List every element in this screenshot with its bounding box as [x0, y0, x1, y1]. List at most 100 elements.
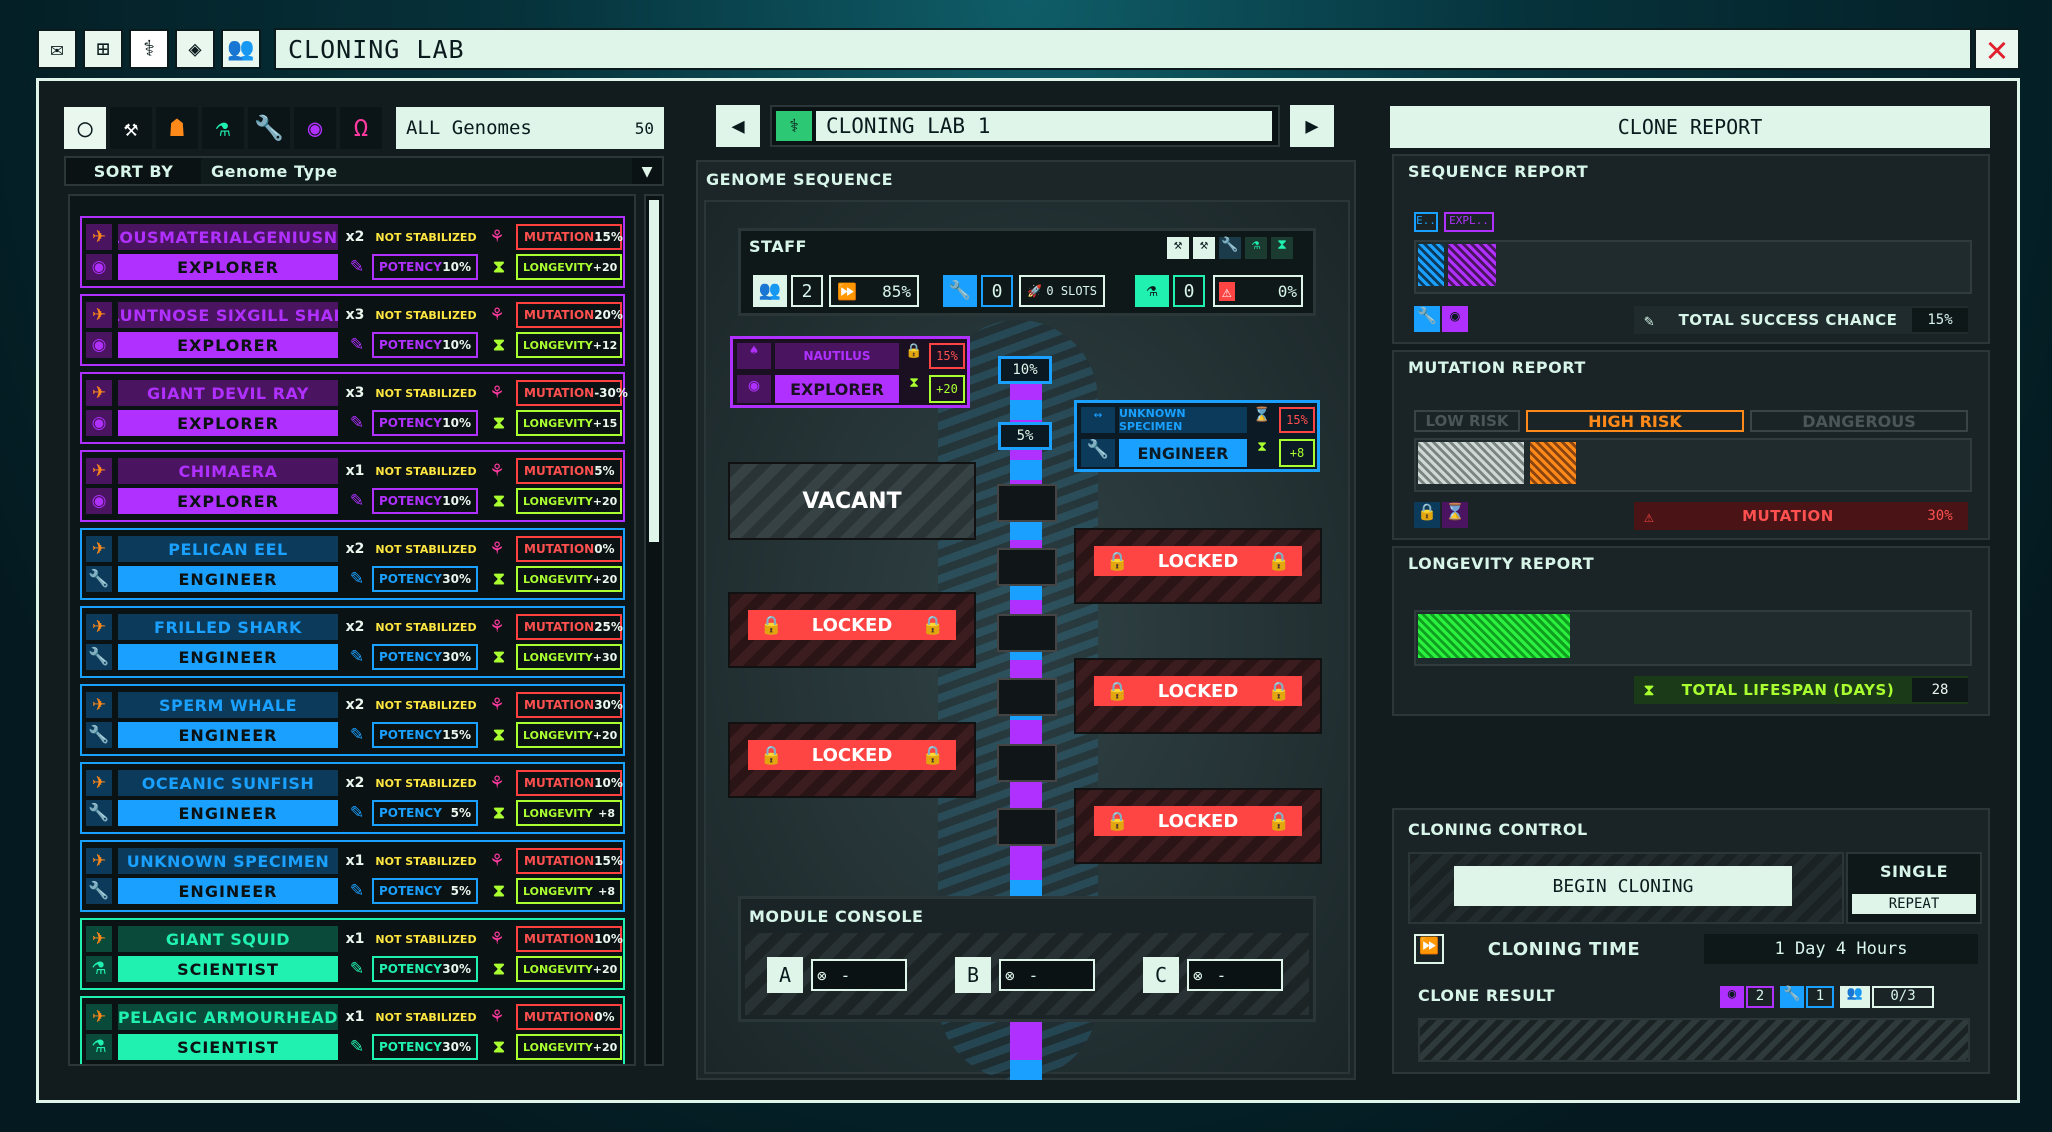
genome-potency: POTENCY 30%	[372, 1034, 478, 1060]
genome-row[interactable]: ✈ BLUNTNOSE SIXGILL SHARK x3 NOT STABILI…	[80, 294, 625, 366]
genome-row[interactable]: ✈ PELICAN EEL x2 NOT STABILIZED ⚘ MUTATI…	[80, 528, 625, 600]
connector	[997, 484, 1057, 522]
explorer-icon: ◉	[86, 410, 112, 436]
genome-row[interactable]: ✈ FRILLED SHARK x2 NOT STABILIZED ⚘ MUTA…	[80, 606, 625, 678]
staff-label: STAFF	[749, 237, 807, 256]
filter-engineer-icon[interactable]: 🔧	[248, 107, 290, 149]
genome-row[interactable]: ✈ PELAGIC ARMOURHEAD x1 NOT STABILIZED ⚘…	[80, 996, 625, 1064]
genome-potency: POTENCY 10%	[372, 332, 478, 358]
slot-locked: 🔒 LOCKED 🔒	[1074, 788, 1322, 864]
risk-low: LOW RISK	[1414, 410, 1520, 432]
slot-vacant[interactable]: VACANT	[728, 462, 976, 540]
filter-scientist-icon[interactable]: ⚗	[202, 107, 244, 149]
connector	[997, 548, 1057, 586]
crew-icon: 👥	[1840, 986, 1870, 1008]
scientist-icon: ⚗	[86, 1034, 112, 1060]
repeat-option[interactable]: REPEAT	[1852, 894, 1976, 914]
potency-label: POTENCY	[379, 572, 442, 586]
module-key-b: B	[955, 957, 991, 993]
longevity-value: +20	[592, 260, 618, 274]
mutation-value: 5%	[594, 464, 615, 478]
mutation-value: 15%	[594, 230, 623, 244]
genome-row[interactable]: ✈ UNKNOWN SPECIMEN x1 NOT STABILIZED ⚘ M…	[80, 840, 625, 912]
genome-status: NOT STABILIZED	[372, 302, 480, 328]
genome-count: x2	[345, 541, 365, 557]
hourglass-icon: ⧗	[493, 803, 505, 823]
potency-value: 10%	[442, 260, 471, 274]
scrollbar-thumb[interactable]	[649, 200, 659, 542]
filter-explorer-icon[interactable]: ◉	[294, 107, 336, 149]
slot-mutation: 15%	[1279, 407, 1315, 433]
longevity-label: LONGEVITY	[523, 338, 593, 352]
sort-by-label: SORT BY	[93, 161, 174, 181]
longevity-label: LONGEVITY	[523, 572, 593, 586]
dna-lab-icon: ⚕	[776, 111, 812, 141]
syringe-icon: ✎	[349, 647, 365, 667]
result-engineer: 1	[1806, 986, 1834, 1008]
clone-report-title: CLONE REPORT	[1390, 106, 1990, 148]
staff-panel: STAFF ⚒ ⚒ 🔧 ⚗ ⧗ 👥 2 ⏩ 85% 🔧 0 🚀 0 SLOTS ⚗ …	[738, 228, 1316, 316]
sort-bar[interactable]: SORT BY Genome Type ▼	[64, 156, 664, 186]
filter-tools-icon[interactable]: ⚒	[110, 107, 152, 149]
genome-row[interactable]: ✈ SPERM WHALE x2 NOT STABILIZED ⚘ MUTATI…	[80, 684, 625, 756]
mail-icon[interactable]: ✉	[37, 29, 77, 69]
genome-list-scrollbar[interactable]	[644, 194, 664, 1066]
module-slot-a[interactable]: ⊗ -	[811, 959, 907, 991]
mutation-value: -30%	[594, 386, 628, 400]
longevity-value: +20	[592, 728, 618, 742]
tree-icon[interactable]: ⊞	[83, 29, 123, 69]
link-percent: 10%	[998, 356, 1052, 384]
next-lab-button[interactable]: ▶	[1290, 105, 1334, 147]
genome-filter-dropdown[interactable]: ALL Genomes 50	[396, 107, 664, 149]
mutation-value: 15%	[594, 854, 623, 868]
potency-label: POTENCY	[379, 338, 442, 352]
chevron-down-icon[interactable]: ▼	[632, 161, 662, 182]
module-slot-b[interactable]: ⊗ -	[999, 959, 1095, 991]
genome-mutation: MUTATION 0%	[516, 536, 622, 562]
slot-unknown-specimen[interactable]: ↔ UNKNOWN SPECIMEN ⌛ 15% 🔧 ENGINEER ⧗ +8	[1074, 400, 1320, 472]
genome-potency: POTENCY 30%	[372, 644, 478, 670]
lock-icon: 🔒	[1106, 550, 1129, 572]
cloning-control-label: CLONING CONTROL	[1408, 820, 1588, 839]
lock-icon: 🔒	[921, 744, 944, 766]
trait-icon: ⚘	[489, 383, 505, 403]
cancel-icon: ⊗	[1193, 965, 1203, 985]
slot-nautilus[interactable]: ♠ NAUTILUS 🔒 15% ◉ EXPLORER ⧗ +20	[730, 336, 970, 408]
slot-locked: 🔒 LOCKED 🔒	[728, 592, 976, 668]
filter-omega-icon[interactable]: Ω	[340, 107, 382, 149]
genome-status: NOT STABILIZED	[372, 224, 480, 250]
genome-row[interactable]: ✈ GIANT DEVIL RAY x3 NOT STABILIZED ⚘ MU…	[80, 372, 628, 444]
mutation-report: MUTATION REPORT LOW RISK HIGH RISK DANGE…	[1392, 350, 1990, 540]
connector	[997, 614, 1057, 652]
genome-row[interactable]: ✈ OCEANIC SUNFISH x2 NOT STABILIZED ⚘ MU…	[80, 762, 625, 834]
filter-all-icon[interactable]: ◯	[64, 107, 106, 149]
genome-count: x2	[345, 775, 365, 791]
genome-type-icon: ✈	[86, 1004, 112, 1030]
module-console-label: MODULE CONSOLE	[749, 907, 924, 926]
crew-icon[interactable]: 👥	[221, 29, 261, 69]
trait-icon: ⚘	[489, 227, 505, 247]
diamond-icon[interactable]: ◈	[175, 29, 215, 69]
genome-row[interactable]: ✈ GIANT SQUID x1 NOT STABILIZED ⚘ MUTATI…	[80, 918, 625, 990]
filter-person-icon[interactable]: ☗	[156, 107, 198, 149]
prev-lab-button[interactable]: ◀	[716, 105, 760, 147]
genome-status: NOT STABILIZED	[372, 926, 480, 952]
lock-icon: 🔒	[1267, 550, 1290, 572]
close-icon[interactable]: ✕	[1974, 28, 2020, 70]
genome-row[interactable]: ✈ _ANOMALOUSMATERIALGENIUSNAMETEXT x2 NO…	[80, 216, 625, 288]
single-option[interactable]: SINGLE	[1848, 862, 1980, 881]
begin-cloning-button[interactable]: BEGIN CLONING	[1454, 866, 1792, 906]
dna-icon[interactable]: ⚕	[129, 29, 169, 69]
success-value: 15%	[1912, 308, 1968, 332]
genome-row[interactable]: ✈ CHIMAERA x1 NOT STABILIZED ⚘ MUTATION 5…	[80, 450, 625, 522]
genome-type-icon: ✈	[86, 926, 112, 952]
longevity-report: LONGEVITY REPORT ⧗ TOTAL LIFESPAN (DAYS)…	[1392, 546, 1990, 716]
genome-count: x2	[345, 619, 365, 635]
mutation-value: 30%	[1927, 508, 1953, 524]
module-slot-c[interactable]: ⊗ -	[1187, 959, 1283, 991]
genome-count: x3	[345, 307, 365, 323]
locked-label: LOCKED	[811, 744, 893, 766]
lock-icon: 🔒	[1106, 810, 1129, 832]
sequence-bar	[1414, 240, 1972, 294]
longevity-report-label: LONGEVITY REPORT	[1408, 554, 1595, 573]
